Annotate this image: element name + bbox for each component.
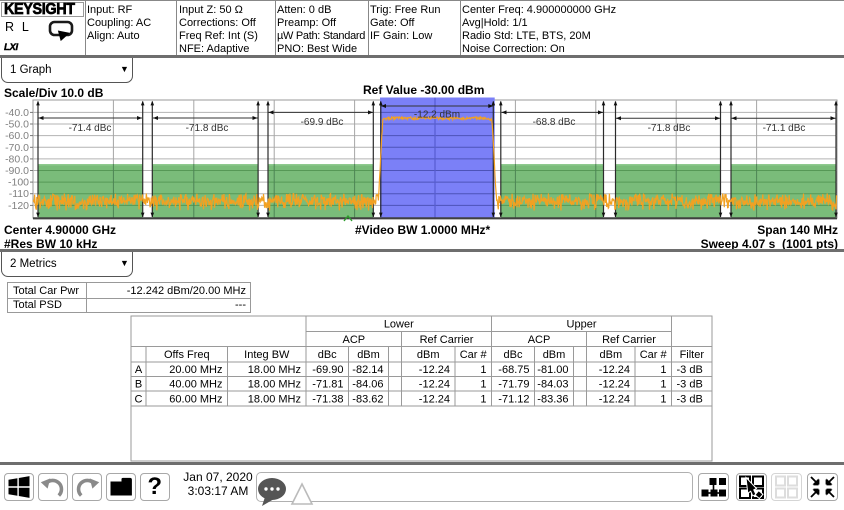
svg-text:B: B [135,379,142,391]
svg-text:20.00 MHz: 20.00 MHz [169,364,222,376]
svg-text:-84.03: -84.03 [537,379,568,391]
svg-text:1: 1 [660,393,666,405]
svg-text:-69.90: -69.90 [312,364,343,376]
svg-text:C: C [135,393,143,405]
svg-text:dBm: dBm [599,349,622,361]
svg-text:Filter: Filter [680,349,705,361]
svg-text:-3 dB: -3 dB [677,393,703,405]
svg-text:40.00 MHz: 40.00 MHz [169,379,222,391]
svg-text:-12.24: -12.24 [599,393,630,405]
svg-text:-12.24: -12.24 [419,393,450,405]
svg-text:18.00 MHz: 18.00 MHz [248,364,301,376]
svg-text:Ref Carrier: Ref Carrier [602,334,656,346]
svg-text:Upper: Upper [567,319,597,331]
svg-text:dBm: dBm [357,349,380,361]
svg-text:1: 1 [480,379,486,391]
svg-text:-3 dB: -3 dB [677,364,703,376]
svg-text:ACP: ACP [528,334,551,346]
svg-text:-82.14: -82.14 [352,364,383,376]
svg-text:18.00 MHz: 18.00 MHz [248,379,301,391]
svg-text:-71.79: -71.79 [498,379,529,391]
svg-text:-12.24: -12.24 [599,364,630,376]
svg-text:-81.00: -81.00 [537,364,568,376]
svg-text:-71.38: -71.38 [312,393,343,405]
svg-text:-12.24: -12.24 [599,379,630,391]
svg-text:dBc: dBc [504,349,523,361]
svg-text:-83.36: -83.36 [537,393,568,405]
svg-text:-83.62: -83.62 [352,393,383,405]
svg-text:-3 dB: -3 dB [677,379,703,391]
svg-text:-68.75: -68.75 [498,364,529,376]
svg-text:1: 1 [480,393,486,405]
svg-text:-71.81: -71.81 [312,379,343,391]
svg-text:A: A [135,364,143,376]
svg-text:ACP: ACP [342,334,365,346]
svg-text:Ref Carrier: Ref Carrier [420,334,474,346]
svg-text:Offs Freq: Offs Freq [164,349,210,361]
svg-text:1: 1 [660,379,666,391]
svg-text:18.00 MHz: 18.00 MHz [248,393,301,405]
svg-text:-84.06: -84.06 [352,379,383,391]
svg-text:dBm: dBm [417,349,440,361]
svg-text:Car #: Car # [640,349,668,361]
svg-text:-12.24: -12.24 [419,379,450,391]
svg-text:1: 1 [480,364,486,376]
svg-text:Lower: Lower [384,319,414,331]
svg-text:60.00 MHz: 60.00 MHz [169,393,222,405]
svg-text:-12.24: -12.24 [419,364,450,376]
svg-text:dBm: dBm [543,349,566,361]
svg-text:Car #: Car # [460,349,488,361]
svg-text:Integ BW: Integ BW [244,349,290,361]
svg-text:dBc: dBc [318,349,337,361]
svg-text:1: 1 [660,364,666,376]
svg-text:-71.12: -71.12 [498,393,529,405]
